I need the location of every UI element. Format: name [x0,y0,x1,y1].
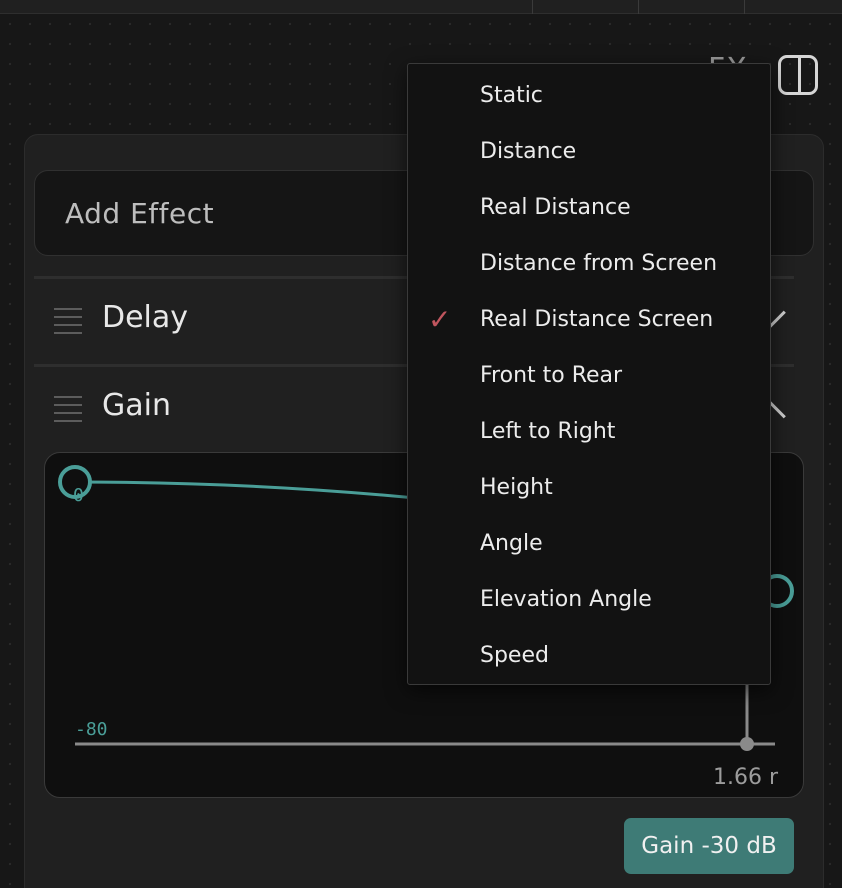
drag-handle-icon[interactable] [54,396,82,428]
menu-item[interactable]: Distance [408,123,770,179]
x-value-label: 1.66 r [713,765,779,790]
menu-item[interactable]: Height [408,459,770,515]
parameter-dropdown-menu: Static Distance Real Distance Distance from… [407,63,771,685]
menu-item[interactable]: ✓ Real Distance Screen [408,291,770,347]
drag-handle-icon[interactable] [54,308,82,340]
menu-item[interactable]: Left to Right [408,403,770,459]
y-axis-bottom-label: -80 [75,719,108,740]
menu-item[interactable]: Elevation Angle [408,571,770,627]
menu-item[interactable]: Static [408,67,770,123]
menu-item-label: Angle [480,530,543,556]
y-axis-top-label: 0 [73,485,84,506]
top-bar [0,0,842,14]
panel-toggle-icon[interactable] [778,55,818,95]
menu-item-label: Real Distance [480,194,631,220]
menu-item[interactable]: Angle [408,515,770,571]
menu-item-label: Elevation Angle [480,586,652,612]
menu-item[interactable]: Speed [408,627,770,683]
menu-item-label: Distance [480,138,577,164]
gain-curve [74,480,426,501]
menu-item-label: Real Distance Screen [480,306,714,332]
menu-item[interactable]: Distance from Screen [408,235,770,291]
effect-name: Gain [102,388,171,423]
menu-item-label: Front to Rear [480,362,623,388]
checkmark-icon: ✓ [428,303,452,336]
position-handle[interactable] [740,737,754,751]
menu-item-label: Speed [480,642,549,668]
gain-value-button[interactable]: Gain -30 dB [624,818,794,874]
menu-item[interactable]: Front to Rear [408,347,770,403]
menu-item[interactable]: Real Distance [408,179,770,235]
menu-item-label: Static [480,82,543,108]
menu-item-label: Left to Right [480,418,616,444]
menu-item-label: Height [480,474,553,500]
effect-name: Delay [102,300,189,335]
menu-item-label: Distance from Screen [480,250,718,276]
